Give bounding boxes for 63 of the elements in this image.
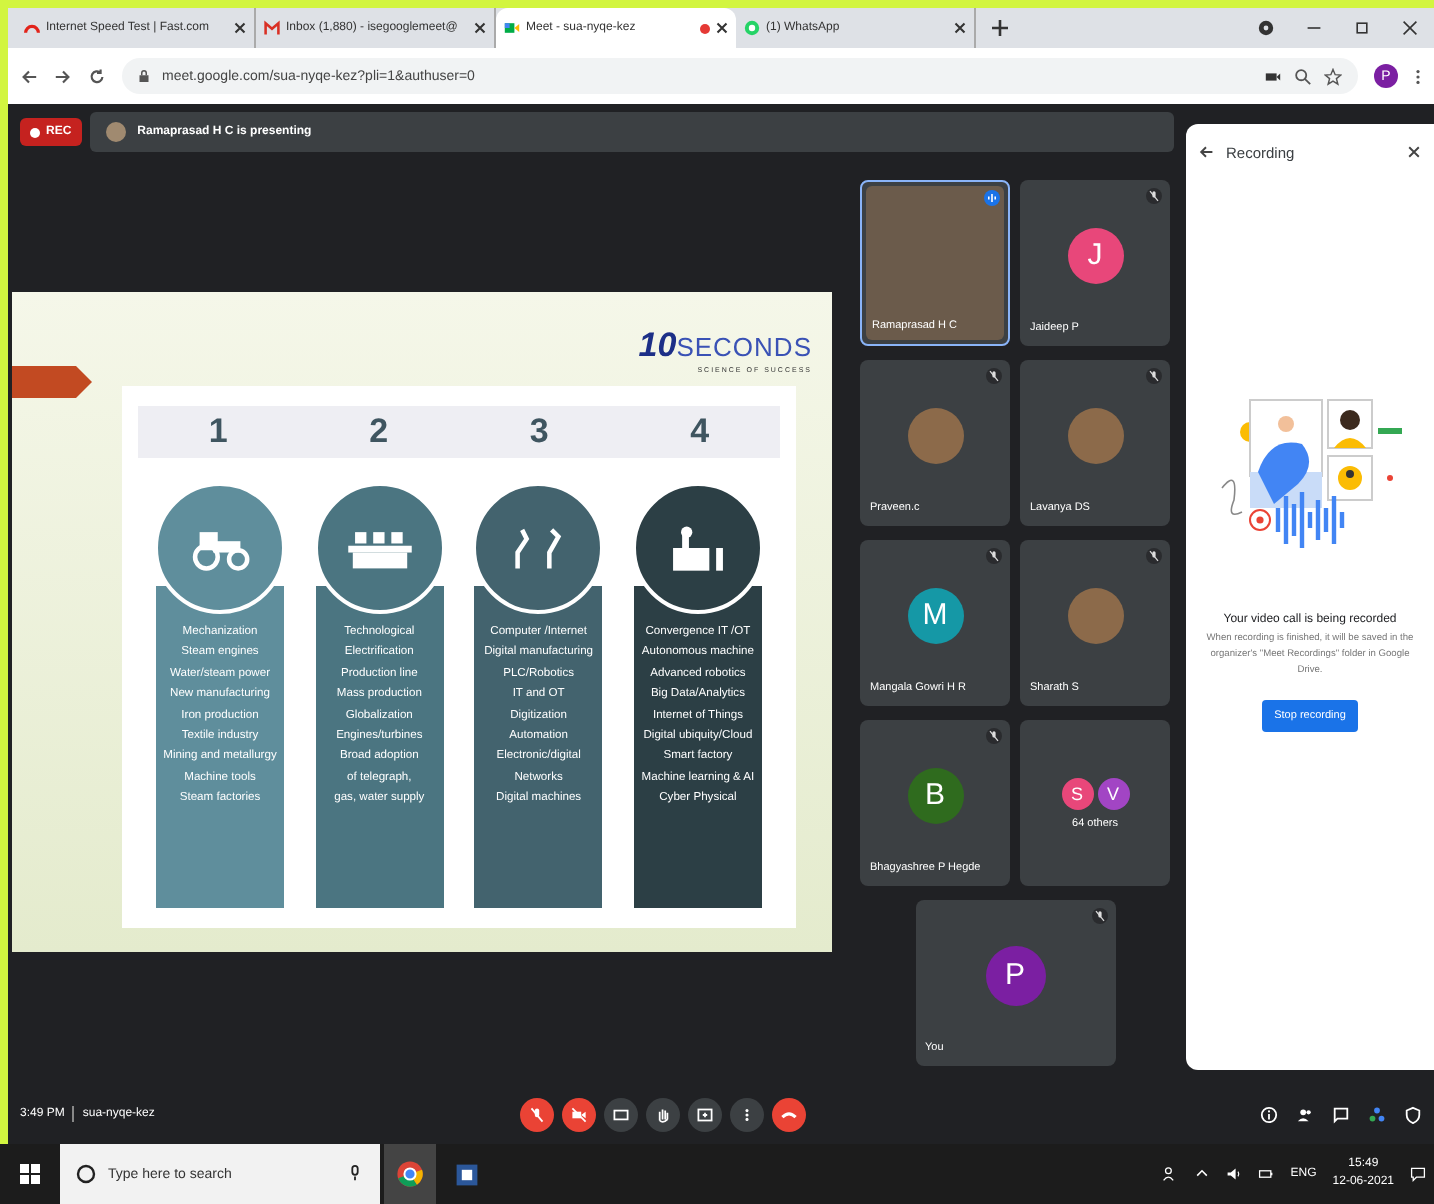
back-icon[interactable] [20,67,38,85]
avatar-photo-placeholder [907,407,963,463]
avatar: S [1061,777,1093,809]
present-screen-icon [694,1103,716,1125]
avatar: J [1067,227,1123,283]
gauge-icon [24,20,40,36]
notification-icon[interactable] [1410,1166,1426,1182]
close-tab-icon[interactable] [716,22,728,34]
speaking-icon [984,190,1000,206]
shield-icon[interactable] [1404,1105,1422,1123]
microphone-icon [346,1164,364,1182]
chrome-app-icon[interactable] [384,1144,436,1204]
avatar-photo-placeholder [1067,407,1123,463]
chevron-up-icon[interactable] [1194,1166,1211,1182]
mic-off-icon [526,1103,548,1125]
stage-number: 2 [369,412,389,452]
info-icon[interactable] [1260,1105,1278,1123]
captions-button[interactable] [604,1097,638,1131]
camera-button[interactable] [562,1097,596,1131]
media-control-icon[interactable] [1258,20,1274,36]
person-icon[interactable] [1162,1166,1179,1182]
restore-icon[interactable] [1354,20,1370,36]
back-icon[interactable] [1198,144,1214,160]
zoom-icon[interactable] [1294,67,1312,85]
more-button[interactable] [730,1097,764,1131]
video-camera-icon [504,20,520,36]
recording-dot-icon [700,23,710,33]
raise-hand-button[interactable] [646,1097,680,1131]
avatar-photo-placeholder [105,122,126,142]
camera-blocked-icon[interactable] [1264,67,1282,85]
avatar: B [907,767,963,823]
lock-icon [138,70,150,82]
stage-number: 4 [690,412,710,452]
speaker-icon[interactable] [1226,1166,1243,1182]
present-button[interactable] [688,1097,722,1131]
avatar: P [985,945,1045,1005]
close-tab-icon[interactable] [954,22,966,34]
avatar-photo-placeholder [1067,587,1123,643]
forward-icon[interactable] [54,67,72,85]
close-icon[interactable] [1402,20,1418,36]
avatar: M [907,587,963,643]
close-tab-icon[interactable] [234,22,246,34]
arrow-tab-icon [12,366,92,398]
leave-call-button[interactable] [772,1097,806,1131]
camera-off-icon [568,1103,590,1125]
stage-number: 1 [208,412,228,452]
mail-icon [264,20,280,36]
new-tab-icon[interactable] [992,20,1008,36]
activities-icon[interactable] [1368,1105,1386,1123]
close-tab-icon[interactable] [474,22,486,34]
search-icon [76,1164,96,1184]
chat-icon[interactable] [1332,1105,1350,1123]
battery-icon[interactable] [1258,1166,1275,1182]
windows-start-icon[interactable] [20,1164,40,1184]
reload-icon[interactable] [88,67,106,85]
stage-number: 3 [529,412,549,452]
close-icon[interactable] [1406,144,1422,160]
star-icon[interactable] [1324,67,1342,85]
chat-bubble-icon [744,20,760,36]
menu-icon[interactable] [1414,67,1422,85]
avatar: V [1097,777,1129,809]
people-icon[interactable] [1296,1105,1314,1123]
mic-button[interactable] [520,1097,554,1131]
